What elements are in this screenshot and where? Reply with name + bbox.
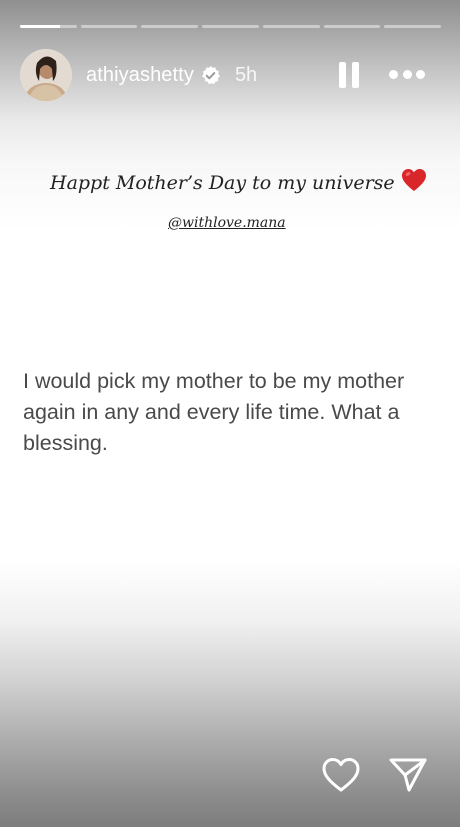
paper-plane-icon [389, 758, 427, 792]
red-heart-icon [401, 168, 427, 197]
progress-segment-6 [323, 25, 381, 28]
mention-link[interactable]: @withlove.mana [168, 215, 286, 231]
username[interactable]: athiyashetty [86, 64, 194, 87]
like-button[interactable] [321, 756, 361, 794]
story-quote-text: I would pick my mother to be my mother a… [23, 369, 405, 455]
more-icon-dot [402, 69, 412, 79]
progress-segment-5 [262, 25, 320, 28]
pause-icon [339, 62, 346, 88]
progress-segment-4 [202, 25, 259, 28]
verified-badge-icon [200, 65, 221, 86]
progress-segment-1 [20, 25, 77, 28]
progress-segment-3 [141, 25, 199, 28]
caption-text: Happt Mother’s Day to my universe [50, 172, 395, 194]
share-button[interactable] [388, 756, 428, 794]
story-caption: Happt Mother’s Day to my universe [50, 168, 427, 197]
post-time: 5h [234, 63, 258, 86]
more-options-button[interactable] [389, 68, 425, 80]
pause-icon-bar [352, 62, 359, 88]
progress-segment-2 [80, 25, 138, 28]
avatar[interactable] [20, 49, 72, 101]
story-header: athiyashetty 5h [20, 48, 440, 102]
heart-outline-icon [322, 758, 360, 792]
more-icon [389, 69, 398, 79]
more-icon-dot [416, 69, 425, 79]
progress-segment-7 [384, 25, 442, 28]
story-progress-bar [20, 25, 442, 28]
pause-button[interactable] [339, 62, 359, 88]
